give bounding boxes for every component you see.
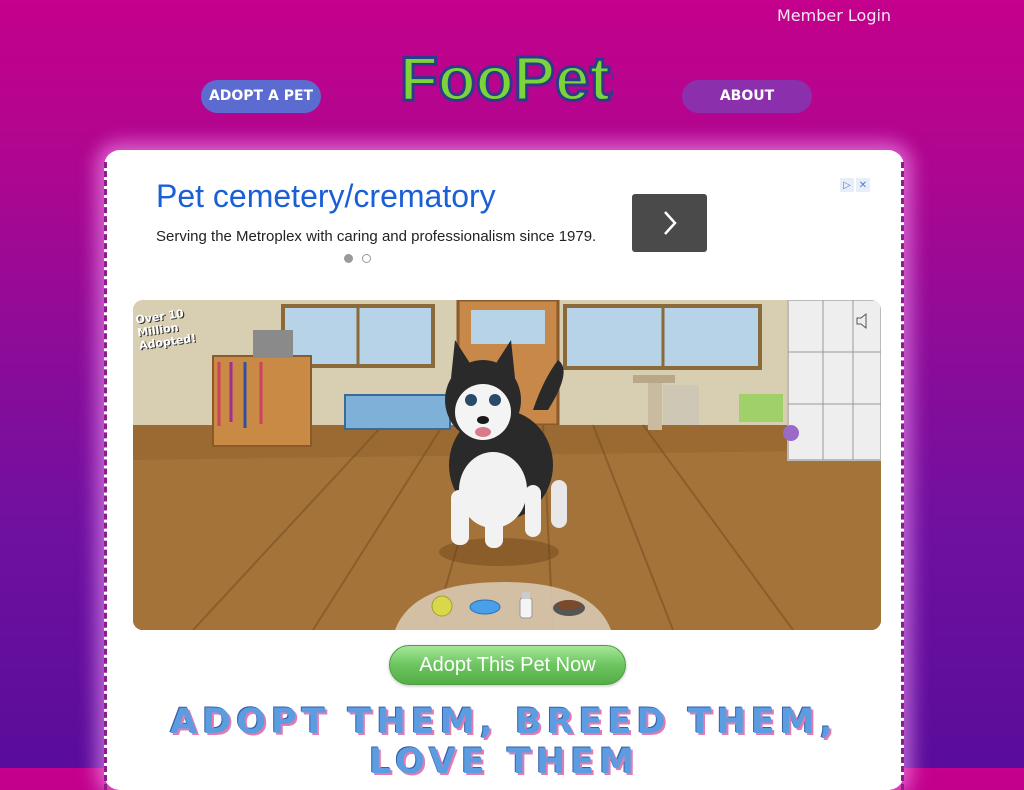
speaker-icon[interactable] [855,312,875,334]
ad-banner[interactable]: Pet cemetery/crematory Serving the Metro… [154,178,874,278]
tagline-heading: ADOPT THEM, BREED THEM, LOVE THEM [170,702,838,782]
ad-title[interactable]: Pet cemetery/crematory [156,178,496,215]
ball-icon[interactable] [431,595,453,621]
ad-choices[interactable]: ▷ ✕ [840,178,870,192]
about-button[interactable]: ABOUT [682,80,812,113]
adopt-this-pet-button[interactable]: Adopt This Pet Now [389,645,626,685]
ad-pagination [344,254,371,263]
main-panel: Pet cemetery/crematory Serving the Metro… [104,150,904,790]
milk-bottle-icon[interactable] [515,590,537,624]
ad-description: Serving the Metroplex with caring and pr… [156,228,597,245]
ad-dot[interactable] [362,254,371,263]
ad-close-icon[interactable]: ✕ [856,178,870,192]
food-bowl-icon[interactable] [551,596,587,622]
pet-game-scene[interactable]: Over 10 Million Adopted! [133,300,881,630]
ad-choices-icon[interactable]: ▷ [840,178,854,192]
adopt-a-pet-button[interactable]: ADOPT A PET [201,80,321,113]
chevron-right-icon [663,211,677,235]
logo-trademark: ™ [596,58,606,69]
ad-next-button[interactable] [632,194,707,252]
ad-dot[interactable] [344,254,353,263]
frisbee-icon[interactable] [469,598,501,620]
adoption-center-illustration [133,300,881,630]
member-login-link[interactable]: Member Login [777,6,891,25]
foopets-logo[interactable]: FooPets ™ [398,36,614,115]
logo-wordmark: FooPets [400,45,613,114]
